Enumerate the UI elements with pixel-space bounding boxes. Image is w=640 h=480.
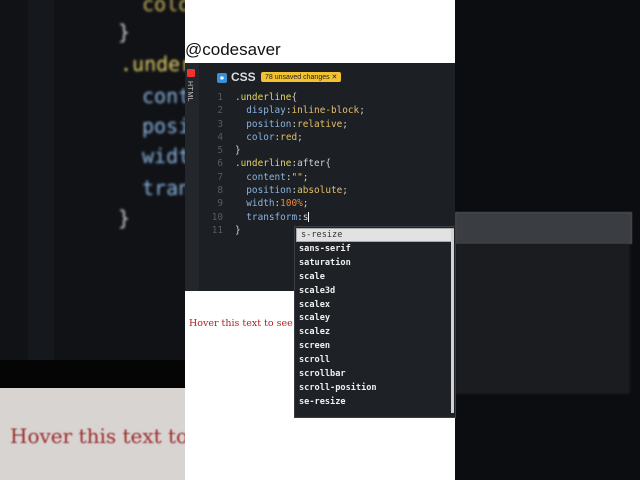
line-number: 4 bbox=[217, 131, 223, 143]
code-token: } bbox=[235, 224, 241, 236]
autocomplete-item[interactable]: sans-serif bbox=[295, 243, 455, 257]
code-token: display bbox=[235, 105, 286, 117]
autocomplete-item[interactable]: saturation bbox=[295, 257, 455, 271]
autocomplete-item[interactable]: screen bbox=[295, 340, 455, 354]
code-token: :after{ bbox=[291, 158, 331, 170]
line-number: 5 bbox=[217, 145, 223, 157]
autocomplete-item[interactable]: scale bbox=[295, 271, 455, 285]
line-number: 10 bbox=[211, 211, 223, 223]
autocomplete-item[interactable]: se-resize bbox=[295, 396, 455, 410]
line-number: 2 bbox=[217, 105, 223, 117]
line-number: 11 bbox=[211, 224, 223, 236]
autocomplete-item[interactable]: scaley bbox=[295, 312, 455, 326]
code-token: position bbox=[235, 185, 292, 197]
code-token: ; bbox=[302, 171, 309, 183]
blurred-divider bbox=[0, 360, 185, 388]
code-token: width bbox=[235, 198, 275, 210]
code-token: red bbox=[280, 131, 298, 143]
blurred-code-line: posi bbox=[142, 114, 185, 138]
blurred-code-line: .under bbox=[120, 52, 185, 76]
autocomplete-dropdown: s-resize sans-serif saturation scale scale3d… bbox=[294, 226, 456, 418]
code-text: position:absolute; bbox=[235, 184, 348, 197]
code-line[interactable]: 10 transform:s bbox=[203, 211, 455, 224]
line-number: 8 bbox=[217, 185, 223, 197]
html-side-tab-label: HTML bbox=[186, 81, 193, 103]
line-number: 6 bbox=[217, 158, 223, 170]
code-token: content bbox=[235, 171, 286, 183]
code-token: inline-block bbox=[291, 105, 360, 117]
line-number: 3 bbox=[217, 118, 223, 130]
code-line[interactable]: 3 position:relative; bbox=[203, 118, 455, 131]
code-text: transform:s bbox=[235, 211, 310, 224]
editor-tab-bar: ✱ CSS 78 unsaved changes ✕ bbox=[203, 67, 455, 89]
code-line[interactable]: 8 position:absolute; bbox=[203, 184, 455, 197]
code-line[interactable]: 7 content:""; bbox=[203, 171, 455, 184]
code-text: .underline:after{ bbox=[235, 157, 331, 170]
code-token: .underline bbox=[235, 158, 292, 170]
blurred-code-line: } bbox=[118, 20, 131, 44]
code-token: 100% bbox=[280, 198, 303, 210]
code-token: ; bbox=[359, 105, 365, 117]
code-text: display:inline-block; bbox=[235, 104, 365, 117]
html-file-icon bbox=[187, 69, 195, 77]
code-line[interactable]: 9 width:100%; bbox=[203, 197, 455, 210]
blurred-code-line: widt bbox=[142, 144, 185, 168]
blurred-suggestion bbox=[455, 212, 632, 244]
code-line[interactable]: 6 .underline:after{ bbox=[203, 157, 455, 170]
autocomplete-item[interactable]: scroll bbox=[295, 354, 455, 368]
blurred-code-line: } bbox=[118, 206, 131, 230]
code-token: ; bbox=[302, 198, 309, 210]
dropdown-scrollbar[interactable] bbox=[451, 229, 454, 413]
code-token: absolute bbox=[297, 185, 343, 197]
code-token: ; bbox=[342, 185, 348, 197]
code-token: transform bbox=[235, 211, 298, 223]
unsaved-changes-badge[interactable]: 78 unsaved changes ✕ bbox=[261, 72, 342, 82]
autocomplete-item[interactable]: scalex bbox=[295, 299, 455, 313]
code-text: } bbox=[235, 144, 241, 157]
code-line[interactable]: 2 display:inline-block; bbox=[203, 104, 455, 117]
code-text: } bbox=[235, 224, 241, 237]
code-area[interactable]: 1 .underline{2 display:inline-block; 3 pos… bbox=[203, 91, 455, 237]
code-token: relative bbox=[297, 118, 343, 130]
line-number: 7 bbox=[217, 171, 223, 183]
blurred-list bbox=[455, 244, 630, 394]
code-text: .underline{ bbox=[235, 91, 297, 104]
code-token: "" bbox=[291, 171, 303, 183]
autocomplete-item[interactable]: s-resize bbox=[296, 228, 454, 242]
line-number: 9 bbox=[217, 198, 223, 210]
code-token: position bbox=[235, 118, 292, 130]
css-file-icon: ✱ bbox=[217, 73, 227, 83]
code-token: color bbox=[235, 131, 275, 143]
autocomplete-item[interactable]: scale3d bbox=[295, 285, 455, 299]
blurred-code-line: color bbox=[142, 0, 185, 16]
line-number: 1 bbox=[217, 92, 223, 103]
text-cursor bbox=[308, 212, 310, 223]
blurred-code-line: tran bbox=[142, 176, 185, 200]
code-token: .underline bbox=[235, 92, 292, 103]
blurred-preview-text: Hover this text to bbox=[10, 424, 185, 448]
blurred-code-line: cont bbox=[142, 84, 185, 108]
code-text: content:""; bbox=[235, 171, 308, 184]
tab-css[interactable]: CSS bbox=[231, 70, 256, 84]
code-text: color:red; bbox=[235, 131, 303, 144]
code-text: width:100%; bbox=[235, 197, 308, 210]
code-token: ; bbox=[342, 118, 348, 130]
code-text: position:relative; bbox=[235, 118, 348, 131]
html-side-tab[interactable]: HTML bbox=[185, 63, 199, 291]
autocomplete-item[interactable]: scroll-position bbox=[295, 382, 455, 396]
code-line[interactable]: 5} bbox=[203, 144, 455, 157]
code-line[interactable]: 4 color:red; bbox=[203, 131, 455, 144]
code-token: } bbox=[235, 145, 241, 157]
code-token: ; bbox=[297, 131, 303, 143]
blurred-background-left: color} .under cont posi widt tran} Hover this… bbox=[0, 0, 185, 480]
code-line[interactable]: 1 .underline{ bbox=[203, 91, 455, 104]
blurred-gutter bbox=[28, 0, 54, 360]
code-token: { bbox=[291, 92, 298, 103]
autocomplete-item[interactable]: scrollbar bbox=[295, 368, 455, 382]
watermark: @codesaver bbox=[185, 40, 281, 59]
preview-text: Hover this text to see the bbox=[189, 318, 312, 329]
blurred-background-right bbox=[455, 0, 640, 480]
autocomplete-item[interactable]: scalez bbox=[295, 326, 455, 340]
